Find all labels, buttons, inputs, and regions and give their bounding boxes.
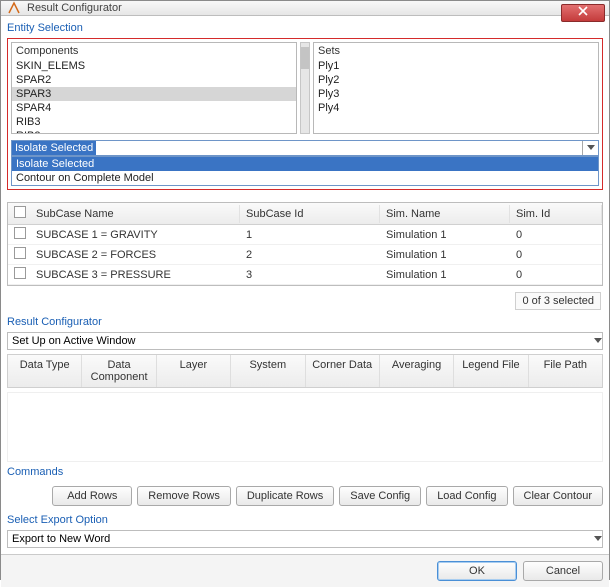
chevron-down-icon[interactable]	[582, 141, 598, 155]
list-item[interactable]: SKIN_ELEMS	[12, 59, 296, 73]
cell-simid: 0	[510, 227, 602, 243]
col-layer[interactable]: Layer	[157, 355, 231, 387]
close-button[interactable]	[561, 4, 605, 22]
load-config-button[interactable]: Load Config	[426, 486, 507, 506]
list-item[interactable]: SPAR2	[12, 73, 296, 87]
result-configurator-window: Result Configurator Entity Selection Com…	[0, 0, 610, 580]
app-icon	[7, 1, 21, 15]
selection-status: 0 of 3 selected	[515, 292, 601, 310]
select-all-checkbox[interactable]	[14, 206, 26, 218]
cell-sim: Simulation 1	[380, 227, 510, 243]
export-combo[interactable]: Export to New Word	[7, 530, 603, 548]
titlebar: Result Configurator	[1, 1, 609, 16]
config-table-body	[7, 392, 603, 462]
list-item[interactable]: Ply4	[314, 101, 598, 115]
dialog-footer: OK Cancel	[1, 554, 609, 587]
col-system[interactable]: System	[231, 355, 305, 387]
col-sim-id[interactable]: Sim. Id	[510, 205, 602, 223]
col-sim-name[interactable]: Sim. Name	[380, 205, 510, 223]
components-header: Components	[12, 43, 296, 59]
list-item[interactable]: RIB2	[12, 129, 296, 134]
list-scrollbar[interactable]	[300, 42, 310, 134]
combo-option[interactable]: Contour on Complete Model	[12, 171, 598, 185]
row-checkbox[interactable]	[14, 267, 26, 279]
row-checkbox[interactable]	[14, 247, 26, 259]
col-subcase-id[interactable]: SubCase Id	[240, 205, 380, 223]
subcase-table: SubCase Name SubCase Id Sim. Name Sim. I…	[7, 202, 603, 286]
export-combo-value: Export to New Word	[12, 533, 110, 545]
cell-id: 1	[240, 227, 380, 243]
cell-sim: Simulation 1	[380, 247, 510, 263]
list-item[interactable]: Ply3	[314, 87, 598, 101]
save-config-button[interactable]: Save Config	[339, 486, 421, 506]
add-rows-button[interactable]: Add Rows	[52, 486, 132, 506]
col-data-type[interactable]: Data Type	[8, 355, 82, 387]
setup-combo-value: Set Up on Active Window	[12, 335, 136, 347]
isolate-combo[interactable]: Isolate Selected Isolate Selected Contou…	[11, 140, 599, 186]
table-row[interactable]: SUBCASE 1 = GRAVITY 1 Simulation 1 0	[8, 225, 602, 245]
table-row[interactable]: SUBCASE 3 = PRESSURE 3 Simulation 1 0	[8, 265, 602, 285]
col-data-component[interactable]: Data Component	[82, 355, 156, 387]
col-averaging[interactable]: Averaging	[380, 355, 454, 387]
chevron-down-icon	[594, 338, 602, 344]
clear-contour-button[interactable]: Clear Contour	[513, 486, 603, 506]
sets-header: Sets	[314, 43, 598, 59]
cell-name: SUBCASE 3 = PRESSURE	[30, 267, 240, 283]
combo-option[interactable]: Isolate Selected	[12, 157, 598, 171]
remove-rows-button[interactable]: Remove Rows	[137, 486, 231, 506]
cell-name: SUBCASE 2 = FORCES	[30, 247, 240, 263]
entity-selection-label: Entity Selection	[7, 22, 603, 34]
sets-list[interactable]: Sets Ply1 Ply2 Ply3 Ply4	[313, 42, 599, 134]
list-item[interactable]: Ply1	[314, 59, 598, 73]
cell-id: 3	[240, 267, 380, 283]
cell-id: 2	[240, 247, 380, 263]
entity-selection-panel: Components SKIN_ELEMS SPAR2 SPAR3 SPAR4 …	[7, 38, 603, 190]
table-row[interactable]: SUBCASE 2 = FORCES 2 Simulation 1 0	[8, 245, 602, 265]
components-list[interactable]: Components SKIN_ELEMS SPAR2 SPAR3 SPAR4 …	[11, 42, 297, 134]
export-label: Select Export Option	[7, 514, 603, 526]
window-title: Result Configurator	[27, 2, 122, 14]
list-item[interactable]: Ply2	[314, 73, 598, 87]
col-corner-data[interactable]: Corner Data	[306, 355, 380, 387]
isolate-combo-dropdown: Isolate Selected Contour on Complete Mod…	[11, 156, 599, 186]
chevron-down-icon	[594, 536, 602, 542]
subcase-header-row: SubCase Name SubCase Id Sim. Name Sim. I…	[8, 203, 602, 225]
isolate-combo-value: Isolate Selected	[12, 141, 96, 155]
cell-name: SUBCASE 1 = GRAVITY	[30, 227, 240, 243]
commands-label: Commands	[7, 466, 603, 478]
result-configurator-label: Result Configurator	[7, 316, 603, 328]
row-checkbox[interactable]	[14, 227, 26, 239]
commands-buttons: Add Rows Remove Rows Duplicate Rows Save…	[7, 482, 603, 510]
setup-combo[interactable]: Set Up on Active Window	[7, 332, 603, 350]
cancel-button[interactable]: Cancel	[523, 561, 603, 581]
list-item[interactable]: RIB3	[12, 115, 296, 129]
ok-button[interactable]: OK	[437, 561, 517, 581]
cell-simid: 0	[510, 267, 602, 283]
list-item[interactable]: SPAR4	[12, 101, 296, 115]
col-subcase-name[interactable]: SubCase Name	[30, 205, 240, 223]
col-legend-file[interactable]: Legend File	[454, 355, 528, 387]
list-item[interactable]: SPAR3	[12, 87, 296, 101]
close-icon	[578, 7, 588, 19]
col-file-path[interactable]: File Path	[529, 355, 602, 387]
duplicate-rows-button[interactable]: Duplicate Rows	[236, 486, 334, 506]
cell-simid: 0	[510, 247, 602, 263]
config-columns-header: Data Type Data Component Layer System Co…	[7, 354, 603, 388]
cell-sim: Simulation 1	[380, 267, 510, 283]
